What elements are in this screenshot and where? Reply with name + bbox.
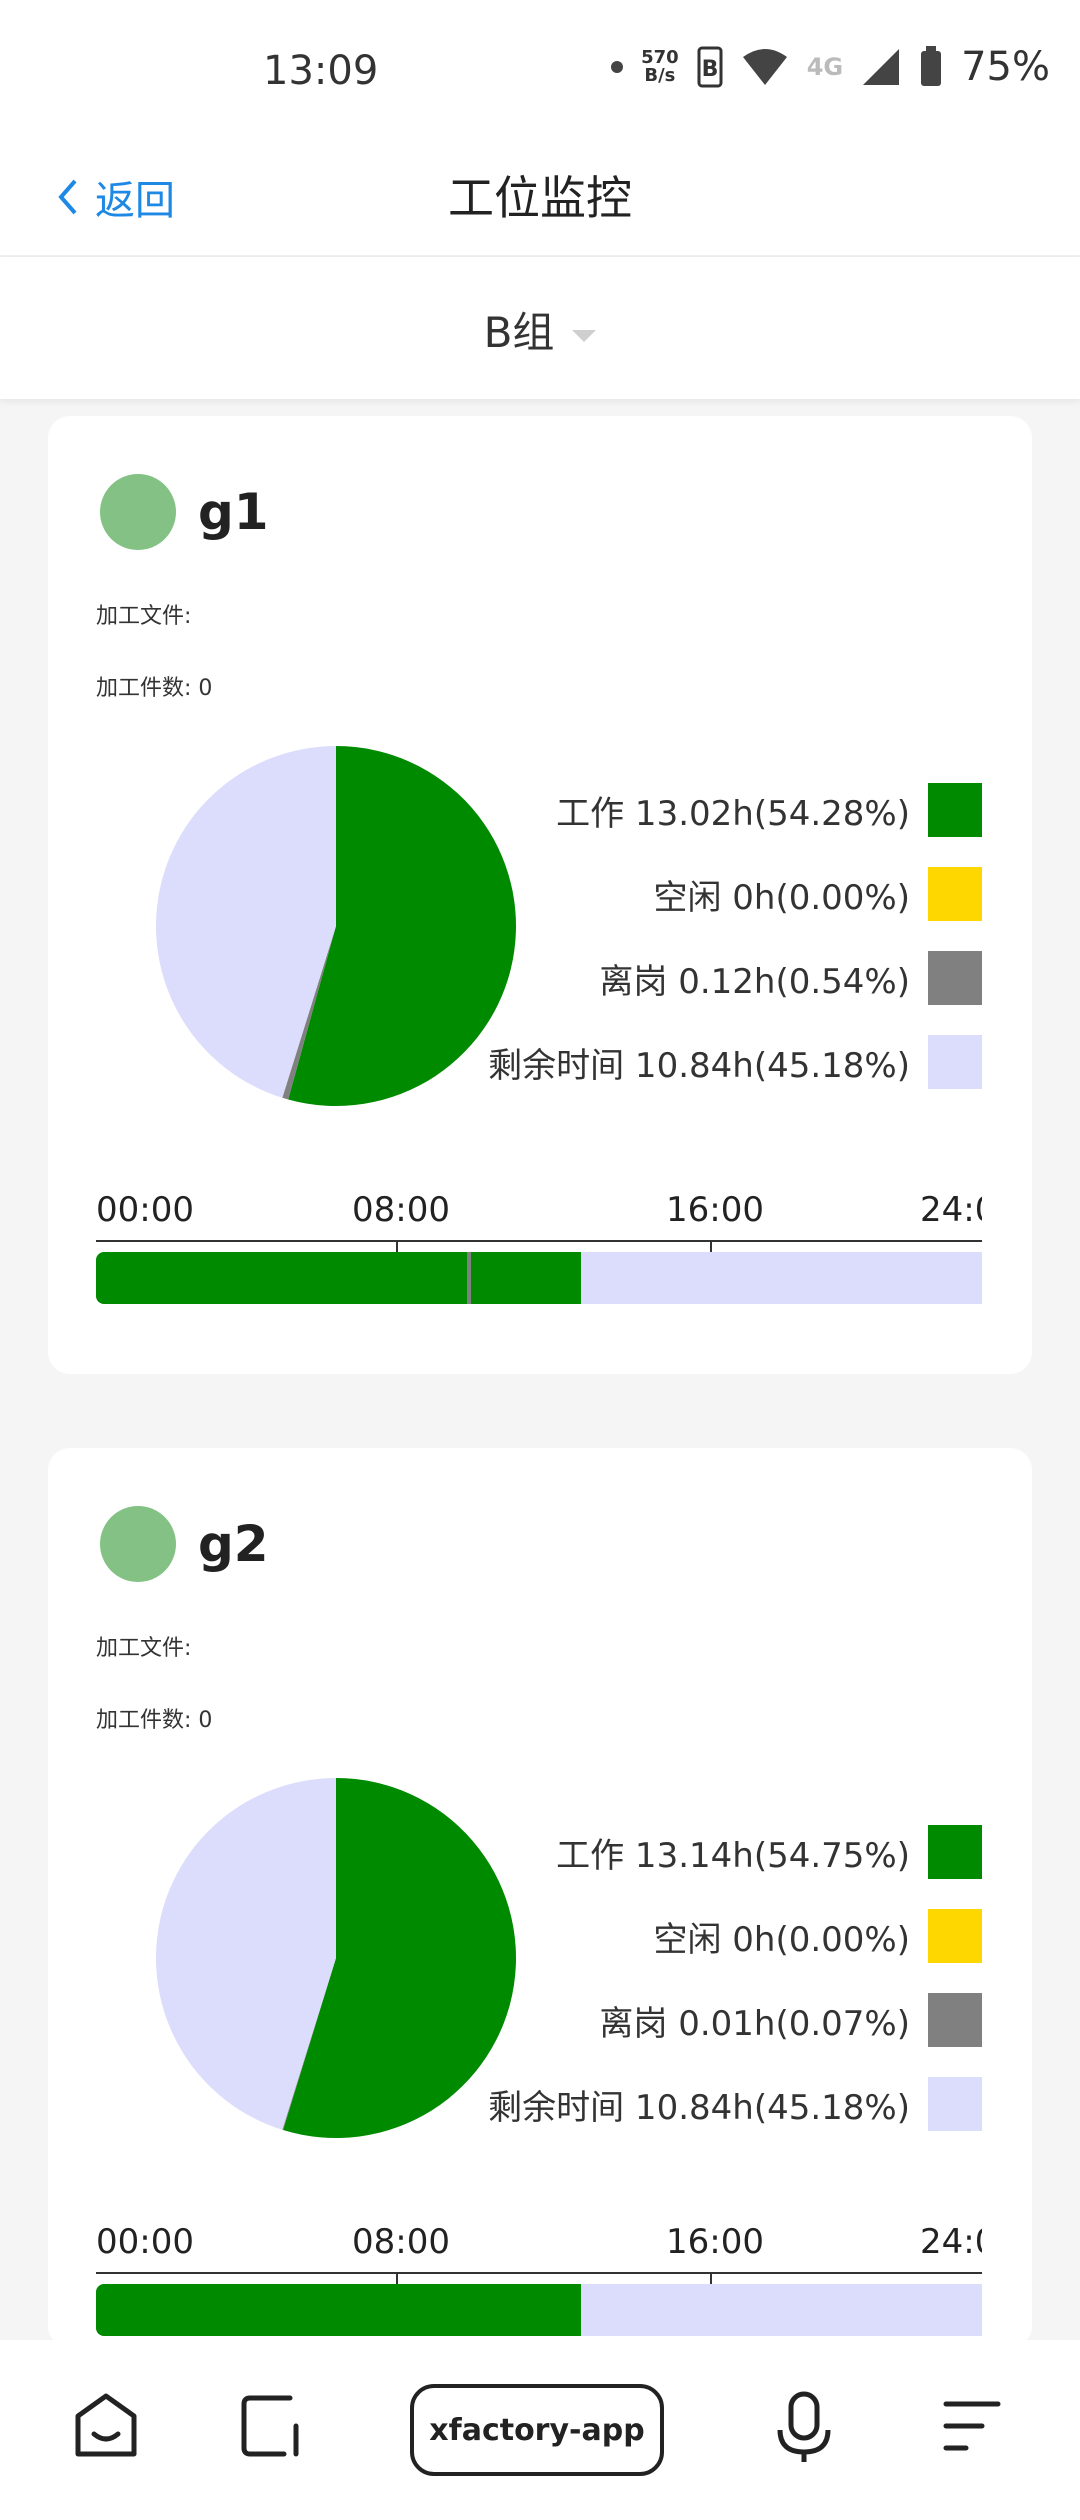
station-legend: 工作 13.14h(54.75%) 空闲 0h(0.00%) 离岗 0.01h(…	[422, 1824, 982, 2164]
nav-bar: 返回 工位监控	[0, 140, 1080, 257]
legend-item-work: 工作 13.02h(54.28%)	[556, 782, 982, 838]
signal-icon	[863, 49, 900, 85]
station-header: g1	[100, 474, 269, 550]
legend-item-remaining: 剩余时间 10.84h(45.18%)	[488, 2076, 982, 2132]
legend-label: 离岗 0.01h(0.07%)	[599, 2003, 910, 2044]
microphone-icon[interactable]	[774, 2390, 834, 2466]
tick-label: 00:00	[96, 1190, 194, 1230]
legend-label: 空闲 0h(0.00%)	[653, 877, 910, 918]
station-header: g2	[100, 1506, 269, 1582]
station-name: g1	[198, 483, 269, 541]
legend-swatch	[928, 1909, 982, 1963]
legend-swatch	[928, 951, 982, 1005]
legend-label: 离岗 0.12h(0.54%)	[599, 961, 910, 1002]
svg-text:B: B	[701, 57, 718, 82]
group-selector-value: B组	[483, 308, 555, 357]
tick-label: 24:00	[920, 2222, 982, 2262]
bottom-nav: xfactory-app	[0, 2340, 1080, 2520]
page-title: 工位监控	[448, 171, 632, 225]
legend-item-away: 离岗 0.12h(0.54%)	[599, 950, 982, 1006]
tick-label: 00:00	[96, 2222, 194, 2262]
home-icon[interactable]	[72, 2390, 140, 2462]
battery-icon	[921, 46, 942, 86]
processed-count-label: 加工件数: 0	[96, 676, 213, 701]
notification-dot-icon	[611, 61, 624, 73]
tick-label: 16:00	[666, 1190, 764, 1230]
network-type: 4G	[806, 53, 844, 81]
tick-label: 08:00	[352, 1190, 450, 1230]
timeline-axis	[96, 2272, 982, 2286]
legend-item-idle: 空闲 0h(0.00%)	[653, 1908, 982, 1964]
station-card: g2 加工文件: 加工件数: 0 工作 13.14h(54.75%) 空闲 0h…	[48, 1448, 1032, 2348]
legend-label: 工作 13.02h(54.28%)	[556, 793, 910, 834]
timeline-axis	[96, 1240, 982, 1254]
station-legend: 工作 13.02h(54.28%) 空闲 0h(0.00%) 离岗 0.12h(…	[422, 782, 982, 1122]
group-selector[interactable]: B组	[0, 299, 1080, 360]
station-name: g2	[198, 1515, 269, 1573]
legend-label: 工作 13.14h(54.75%)	[556, 1835, 910, 1876]
legend-label: 空闲 0h(0.00%)	[653, 1919, 910, 1960]
legend-swatch	[928, 783, 982, 837]
legend-label: 剩余时间 10.84h(45.18%)	[488, 1045, 910, 1086]
net-speed: 570 B/s	[641, 49, 679, 85]
legend-swatch	[928, 1035, 982, 1089]
legend-item-away: 离岗 0.01h(0.07%)	[599, 1992, 982, 2048]
station-timeline: 00:00 08:00 16:00 24:00	[96, 1190, 982, 1304]
legend-swatch	[928, 867, 982, 921]
net-speed-unit: B/s	[644, 65, 676, 86]
legend-label: 剩余时间 10.84h(45.18%)	[488, 2087, 910, 2128]
legend-swatch	[928, 1825, 982, 1879]
station-card: g1 加工文件: 加工件数: 0 工作 13.02h(54.28%) 空闲 0h…	[48, 416, 1032, 1374]
legend-swatch	[928, 2077, 982, 2131]
current-app-button[interactable]: xfactory-app	[410, 2384, 664, 2476]
timeline-segment-work	[471, 1252, 582, 1304]
legend-item-work: 工作 13.14h(54.75%)	[556, 1824, 982, 1880]
recent-apps-icon[interactable]	[238, 2390, 306, 2462]
legend-swatch	[928, 1993, 982, 2047]
group-selector-bar: B组	[0, 257, 1080, 399]
tick-label: 16:00	[666, 2222, 764, 2262]
timeline-segment-remaining	[581, 2284, 982, 2336]
menu-icon[interactable]	[940, 2390, 1004, 2462]
timeline-segment-work	[96, 1252, 467, 1304]
processing-file-label: 加工文件:	[96, 604, 192, 629]
timeline-tick-labels: 00:00 08:00 16:00 24:00	[96, 1190, 982, 1240]
timeline-bar	[96, 2284, 982, 2336]
station-status-indicator	[100, 474, 176, 550]
battery-level: 75%	[961, 44, 1050, 90]
legend-item-remaining: 剩余时间 10.84h(45.18%)	[488, 1034, 982, 1090]
status-bar: 13:09 570 B/s B 4G 75%	[0, 0, 1080, 140]
timeline-bar	[96, 1252, 982, 1304]
tick-label: 08:00	[352, 2222, 450, 2262]
timeline-tick-labels: 00:00 08:00 16:00 24:00	[96, 2222, 982, 2272]
status-icons: 570 B/s B 4G 75%	[611, 44, 1050, 90]
status-time: 13:09	[263, 48, 379, 94]
station-status-indicator	[100, 1506, 176, 1582]
tick-label: 24:00	[920, 1190, 982, 1230]
nfc-icon: B	[697, 46, 723, 88]
processed-count-label: 加工件数: 0	[96, 1708, 213, 1733]
wifi-icon	[742, 49, 787, 85]
legend-item-idle: 空闲 0h(0.00%)	[653, 866, 982, 922]
timeline-segment-remaining	[581, 1252, 982, 1304]
processing-file-label: 加工文件:	[96, 1636, 192, 1661]
caret-down-icon	[572, 329, 597, 342]
timeline-segment-work	[96, 2284, 582, 2336]
station-timeline: 00:00 08:00 16:00 24:00	[96, 2222, 982, 2336]
